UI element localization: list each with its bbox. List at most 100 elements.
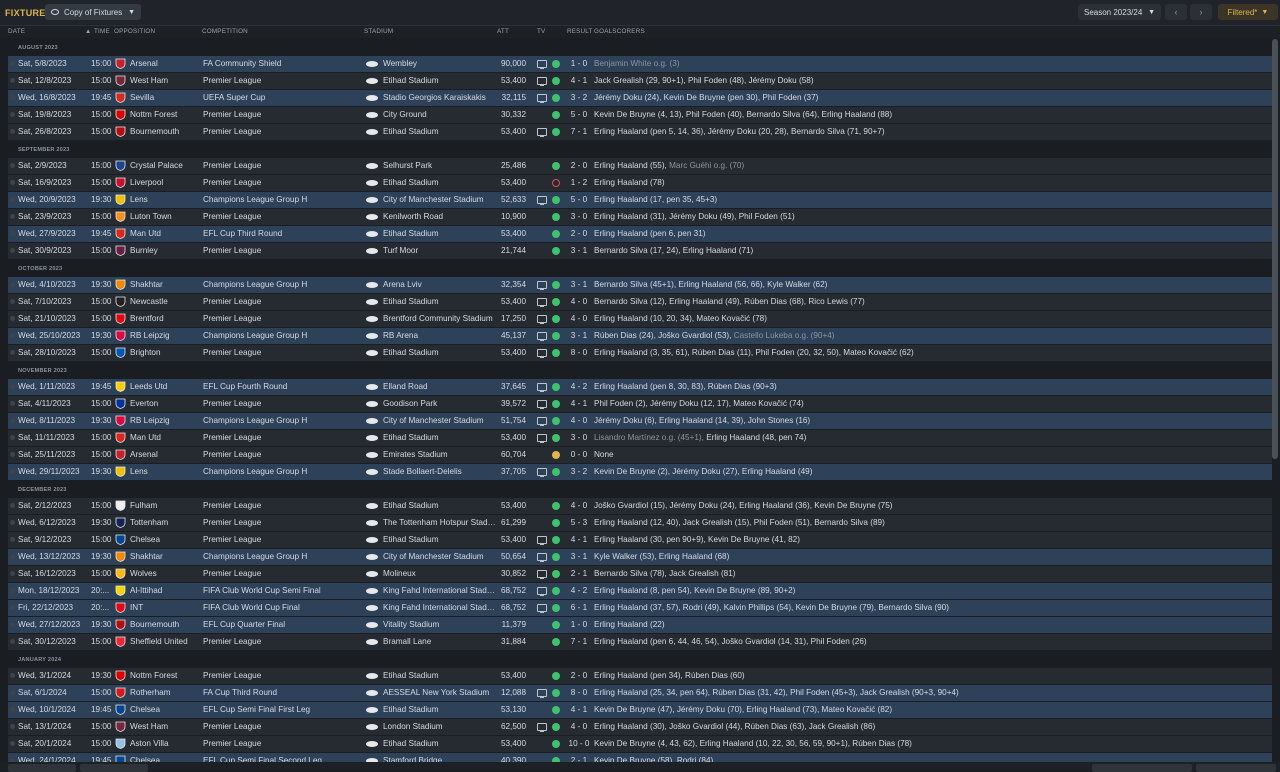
fixture-date[interactable]: Sat, 13/1/2024 xyxy=(18,722,71,732)
stadium-name[interactable]: Emirates Stadium xyxy=(383,450,496,460)
opposition-name[interactable]: Crystal Palace xyxy=(130,161,183,171)
fixture-date[interactable]: Sat, 26/8/2023 xyxy=(18,127,71,137)
row-select-radio[interactable] xyxy=(10,673,15,678)
fixture-row[interactable]: Sat, 19/8/2023 15:00 Nottm Forest Premier L… xyxy=(8,107,1272,123)
fixture-date[interactable]: Sat, 4/11/2023 xyxy=(18,399,71,409)
match-score[interactable]: 7 - 1 xyxy=(568,637,590,647)
view-dropdown[interactable]: Copy of Fixtures ▼ xyxy=(45,4,141,20)
col-competition[interactable]: COMPETITION xyxy=(202,28,248,35)
fixture-date[interactable]: Sat, 2/12/2023 xyxy=(18,501,71,511)
row-select-radio[interactable] xyxy=(10,384,15,389)
competition-name[interactable]: Premier League xyxy=(203,314,261,324)
row-select-radio[interactable] xyxy=(10,316,15,321)
row-select-radio[interactable] xyxy=(10,520,15,525)
opposition-name[interactable]: Aston Villa xyxy=(130,739,169,749)
stadium-name[interactable]: King Fahd International Stadium xyxy=(383,586,496,596)
opposition-name[interactable]: Rotherham xyxy=(130,688,171,698)
season-dropdown[interactable]: Season 2023/24 ▼ xyxy=(1078,4,1161,20)
competition-name[interactable]: Premier League xyxy=(203,739,261,749)
stadium-name[interactable]: Kenilworth Road xyxy=(383,212,496,222)
stadium-name[interactable]: Etihad Stadium xyxy=(383,178,496,188)
competition-name[interactable]: EFL Cup Quarter Final xyxy=(203,620,285,630)
competition-name[interactable]: Premier League xyxy=(203,535,261,545)
fixture-row[interactable]: Wed, 27/9/2023 19:45 Man Utd EFL Cup Third … xyxy=(8,226,1272,242)
fixture-row[interactable]: Sat, 11/11/2023 15:00 Man Utd Premier Leagu… xyxy=(8,430,1272,446)
opposition-name[interactable]: Arsenal xyxy=(130,59,158,69)
stadium-name[interactable]: Brentford Community Stadium xyxy=(383,314,496,324)
row-select-radio[interactable] xyxy=(10,452,15,457)
row-select-radio[interactable] xyxy=(10,78,15,83)
stadium-name[interactable]: Etihad Stadium xyxy=(383,76,496,86)
stadium-name[interactable]: Arena Lviv xyxy=(383,280,496,290)
row-select-radio[interactable] xyxy=(10,197,15,202)
competition-name[interactable]: FA Cup Third Round xyxy=(203,688,277,698)
col-result[interactable]: RESULT xyxy=(567,28,593,35)
competition-name[interactable]: Premier League xyxy=(203,110,261,120)
fixture-date[interactable]: Wed, 20/9/2023 xyxy=(18,195,76,205)
fixture-row[interactable]: Sat, 12/8/2023 15:00 West Ham Premier Leagu… xyxy=(8,73,1272,89)
previous-season-button[interactable]: ‹ xyxy=(1165,4,1187,20)
fixture-row[interactable]: Sat, 28/10/2023 15:00 Brighton Premier Leag… xyxy=(8,345,1272,361)
match-score[interactable]: 3 - 2 xyxy=(568,93,590,103)
fixture-date[interactable]: Sat, 21/10/2023 xyxy=(18,314,76,324)
fixture-date[interactable]: Sat, 28/10/2023 xyxy=(18,348,76,358)
fixture-date[interactable]: Sat, 6/1/2024 xyxy=(18,688,67,698)
competition-name[interactable]: Premier League xyxy=(203,518,261,528)
opposition-name[interactable]: Sheffield United xyxy=(130,637,188,647)
match-score[interactable]: 10 - 0 xyxy=(568,739,590,749)
opposition-name[interactable]: Newcastle xyxy=(130,297,168,307)
row-select-radio[interactable] xyxy=(10,282,15,287)
match-score[interactable]: 3 - 0 xyxy=(568,212,590,222)
col-opposition[interactable]: OPPOSITION xyxy=(114,28,155,35)
fixture-row[interactable]: Wed, 3/1/2024 19:30 Nottm Forest Premier Le… xyxy=(8,668,1272,684)
fixture-row[interactable]: Sat, 9/12/2023 15:00 Chelsea Premier League… xyxy=(8,532,1272,548)
opposition-name[interactable]: Lens xyxy=(130,195,148,205)
match-score[interactable]: 2 - 0 xyxy=(568,671,590,681)
competition-name[interactable]: Premier League xyxy=(203,246,261,256)
match-score[interactable]: 2 - 0 xyxy=(568,229,590,239)
row-select-radio[interactable] xyxy=(10,333,15,338)
fixture-row[interactable]: Wed, 1/11/2023 19:45 Leeds Utd EFL Cup Four… xyxy=(8,379,1272,395)
match-score[interactable]: 4 - 0 xyxy=(568,314,590,324)
fixture-date[interactable]: Sat, 23/9/2023 xyxy=(18,212,71,222)
stadium-name[interactable]: Selhurst Park xyxy=(383,161,496,171)
fixture-date[interactable]: Sat, 19/8/2023 xyxy=(18,110,71,120)
opposition-name[interactable]: Brentford xyxy=(130,314,164,324)
fixture-row[interactable]: Wed, 10/1/2024 19:45 Chelsea EFL Cup Semi F… xyxy=(8,702,1272,718)
row-select-radio[interactable] xyxy=(10,690,15,695)
stadium-name[interactable]: Wembley xyxy=(383,59,496,69)
row-select-radio[interactable] xyxy=(10,503,15,508)
fixture-row[interactable]: Sat, 13/1/2024 15:00 West Ham Premier Leagu… xyxy=(8,719,1272,735)
stadium-name[interactable]: Etihad Stadium xyxy=(383,348,496,358)
fixture-date[interactable]: Sat, 16/9/2023 xyxy=(18,178,71,188)
fixture-date[interactable]: Wed, 10/1/2024 xyxy=(18,705,76,715)
match-score[interactable]: 3 - 2 xyxy=(568,467,590,477)
stadium-name[interactable]: Goodison Park xyxy=(383,399,496,409)
fixture-date[interactable]: Sat, 20/1/2024 xyxy=(18,739,71,749)
row-select-radio[interactable] xyxy=(10,129,15,134)
fixture-row[interactable]: Sat, 2/9/2023 15:00 Crystal Palace Premier … xyxy=(8,158,1272,174)
row-select-radio[interactable] xyxy=(10,639,15,644)
stadium-name[interactable]: City of Manchester Stadium xyxy=(383,552,496,562)
competition-name[interactable]: Premier League xyxy=(203,433,261,443)
opposition-name[interactable]: RB Leipzig xyxy=(130,331,170,341)
stadium-name[interactable]: Stade Bollaert-Delelis xyxy=(383,467,496,477)
opposition-name[interactable]: Chelsea xyxy=(130,705,160,715)
fixture-date[interactable]: Sat, 16/12/2023 xyxy=(18,569,76,579)
stadium-name[interactable]: City of Manchester Stadium xyxy=(383,416,496,426)
fixture-row[interactable]: Wed, 8/11/2023 19:30 RB Leipzig Champions L… xyxy=(8,413,1272,429)
fixture-date[interactable]: Wed, 3/1/2024 xyxy=(18,671,71,681)
competition-name[interactable]: Premier League xyxy=(203,178,261,188)
opposition-name[interactable]: Sevilla xyxy=(130,93,154,103)
stadium-name[interactable]: Etihad Stadium xyxy=(383,705,496,715)
filter-button[interactable]: Filtered* ▼ xyxy=(1218,4,1278,20)
col-att[interactable]: ATT xyxy=(497,28,509,35)
fixture-row[interactable]: Sat, 4/11/2023 15:00 Everton Premier League… xyxy=(8,396,1272,412)
competition-name[interactable]: Premier League xyxy=(203,722,261,732)
match-score[interactable]: 3 - 0 xyxy=(568,433,590,443)
fixture-row[interactable]: Sat, 30/12/2023 15:00 Sheffield United Prem… xyxy=(8,634,1272,650)
row-select-radio[interactable] xyxy=(10,61,15,66)
fixture-date[interactable]: Mon, 18/12/2023 xyxy=(18,586,79,596)
match-score[interactable]: 4 - 0 xyxy=(568,297,590,307)
stadium-name[interactable]: Elland Road xyxy=(383,382,496,392)
